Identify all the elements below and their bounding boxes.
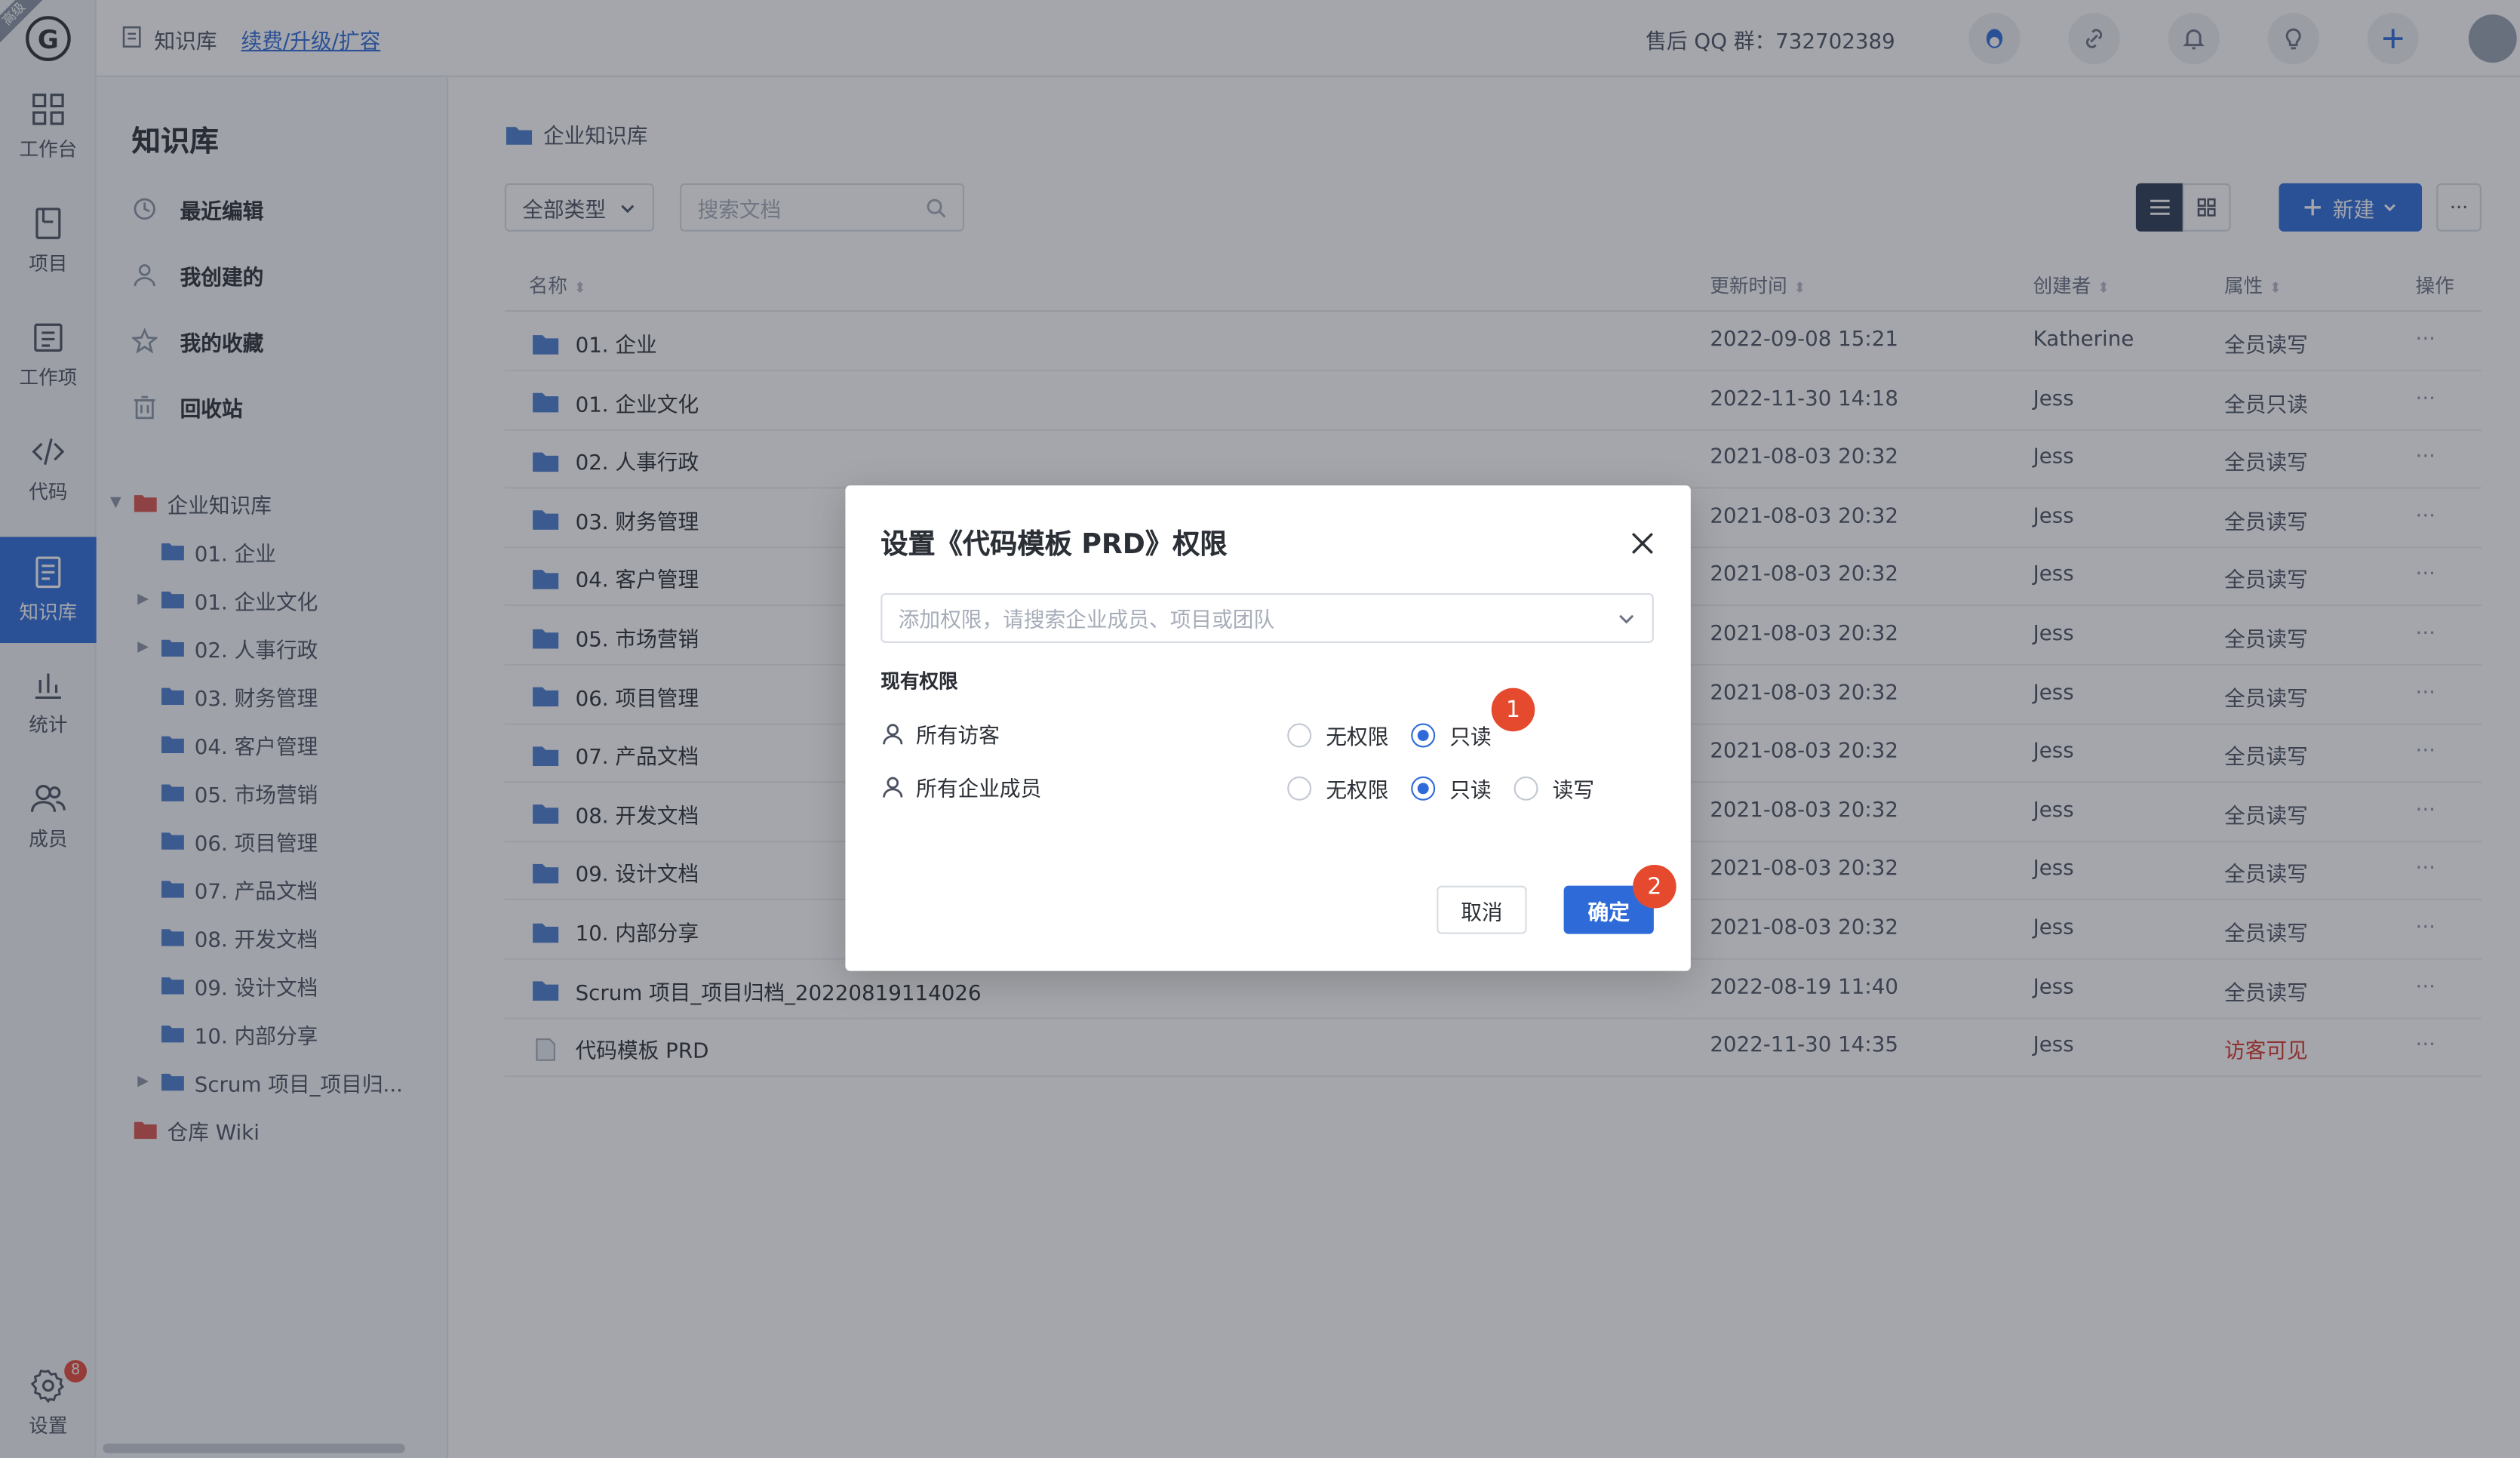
radio-dot: [1287, 723, 1312, 748]
radio-label: 读写: [1552, 780, 1595, 804]
user-icon: [883, 724, 903, 745]
permission-subject: 所有企业成员: [880, 771, 1042, 802]
radio-members-none[interactable]: 无权限: [1287, 774, 1388, 804]
radio-label: 无权限: [1326, 780, 1389, 804]
add-permission-placeholder: 添加权限，请搜索企业成员、项目或团队: [898, 609, 1275, 634]
radio-dot: [1514, 776, 1538, 801]
permission-subject-label: 所有企业成员: [916, 777, 1042, 802]
radio-label: 只读: [1449, 780, 1492, 804]
radio-members-read[interactable]: 只读: [1411, 774, 1492, 804]
user-icon: [883, 777, 903, 798]
step-marker-2: 2: [1633, 864, 1676, 909]
permission-subject-label: 所有访客: [916, 724, 1000, 749]
radio-label: 无权限: [1326, 726, 1389, 751]
radio-visitors-none[interactable]: 无权限: [1287, 720, 1389, 751]
permission-subject: 所有访客: [880, 718, 1000, 749]
radio-members-write[interactable]: 读写: [1514, 774, 1595, 804]
step-marker-1: 1: [1491, 687, 1535, 732]
existing-permissions-label: 现有权限: [880, 670, 958, 694]
permission-row-visitors: 所有访客 无权限 只读: [880, 715, 1654, 751]
radio-dot-checked: [1411, 723, 1436, 748]
chevron-down-icon: [1619, 614, 1634, 623]
radio-visitors-read[interactable]: 只读: [1411, 720, 1492, 751]
permission-row-members: 所有企业成员 无权限 只读 读写: [880, 768, 1654, 804]
radio-label: 只读: [1449, 726, 1492, 751]
radio-dot: [1287, 776, 1312, 801]
radio-dot-checked: [1411, 776, 1436, 801]
cancel-button[interactable]: 取消: [1437, 885, 1527, 934]
dialog-title: 设置《代码模板 PRD》权限: [880, 528, 1228, 561]
close-icon[interactable]: [1627, 528, 1659, 560]
add-permission-select[interactable]: 添加权限，请搜索企业成员、项目或团队: [880, 593, 1654, 644]
permission-dialog: 设置《代码模板 PRD》权限 添加权限，请搜索企业成员、项目或团队 现有权限 所…: [845, 485, 1691, 971]
